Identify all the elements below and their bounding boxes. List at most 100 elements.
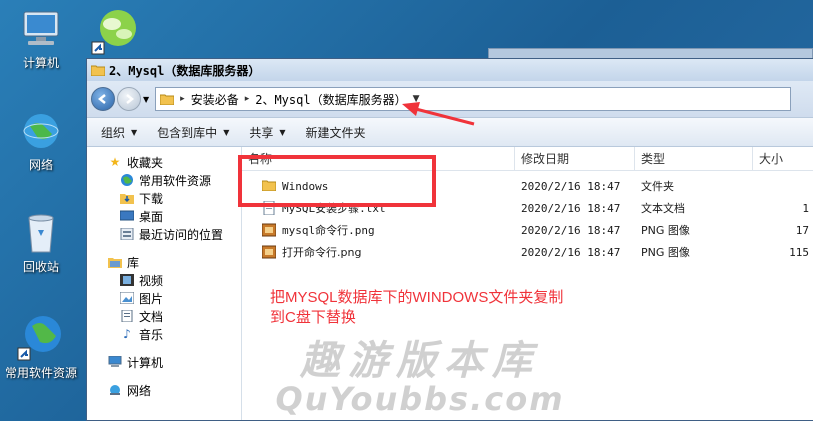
network-icon: [23, 114, 59, 148]
annotation-text: 把MYSQL数据库下的WINDOWS文件夹复制 到C盘下替换: [270, 288, 600, 328]
nav-item-documents[interactable]: 文档: [87, 307, 241, 325]
globe-icon: [119, 173, 135, 187]
column-size[interactable]: 大小: [753, 147, 813, 170]
desktop-icon-network[interactable]: 网络: [1, 108, 81, 173]
arrow-right-icon: [126, 94, 135, 104]
file-date: 2020/2/16 18:47: [521, 201, 621, 215]
file-type: 文件夹: [641, 180, 674, 193]
nav-label: 下载: [139, 191, 164, 206]
nav-favorites[interactable]: ★ 收藏夹: [87, 153, 241, 171]
file-type: 文本文档: [641, 202, 685, 215]
desktop-icon-label: 计算机: [22, 56, 59, 70]
chevron-right-icon[interactable]: ▸: [180, 94, 185, 104]
nav-item-desktop[interactable]: 桌面: [87, 207, 241, 225]
globe-shortcut-icon: [17, 316, 61, 361]
include-library-label: 包含到库中: [157, 125, 218, 140]
annotation-line: 到C盘下替换: [270, 309, 356, 326]
nav-item-pictures[interactable]: 图片: [87, 289, 241, 307]
share-button[interactable]: 共享 ▼: [249, 124, 285, 141]
caret-down-icon: ▼: [131, 127, 138, 137]
nav-computer[interactable]: 计算机: [87, 353, 241, 371]
file-name: mysql命令行.png: [282, 224, 375, 237]
file-type: PNG 图像: [641, 224, 690, 237]
nav-label: 文档: [139, 309, 164, 324]
desktop-icon: [119, 209, 135, 223]
new-folder-button[interactable]: 新建文件夹: [306, 124, 366, 141]
file-type: PNG 图像: [641, 246, 690, 259]
column-type[interactable]: 类型: [635, 147, 753, 170]
body-area: ★ 收藏夹 常用软件资源 下载 桌面 最近访问的位置 库 视频 图片 文档 ♪ …: [87, 147, 813, 420]
organize-button[interactable]: 组织 ▼: [101, 124, 137, 141]
annotation-highlight-box: [238, 155, 436, 207]
nav-item-videos[interactable]: 视频: [87, 271, 241, 289]
annotation-arrow: [402, 102, 475, 126]
recycle-bin-icon: [28, 214, 54, 253]
png-image-icon: [262, 245, 278, 259]
nav-item-software-resources[interactable]: 常用软件资源: [87, 171, 241, 189]
desktop-icon-app-shortcut[interactable]: [80, 6, 150, 56]
document-icon: [119, 309, 135, 323]
desktop-icon-computer[interactable]: 计算机: [1, 6, 81, 71]
nav-item-music[interactable]: ♪ 音乐: [87, 325, 241, 343]
file-row[interactable]: mysql命令行.png 2020/2/16 18:47 PNG 图像 17: [242, 219, 813, 241]
forward-button[interactable]: [117, 87, 141, 111]
annotation-line: 把MYSQL数据库下的WINDOWS文件夹复制: [270, 289, 564, 306]
share-label: 共享: [249, 125, 274, 140]
desktop-icon-recycle-bin[interactable]: 回收站: [1, 210, 81, 275]
nav-label: 收藏夹: [127, 155, 164, 170]
file-name: 打开命令行.png: [282, 246, 362, 259]
nav-label: 常用软件资源: [139, 173, 212, 188]
file-row[interactable]: 打开命令行.png 2020/2/16 18:47 PNG 图像 115: [242, 241, 813, 263]
caret-down-icon: ▼: [279, 127, 286, 137]
music-icon: ♪: [123, 327, 131, 341]
app-logo-icon: [91, 10, 136, 55]
file-size: 115: [789, 245, 809, 259]
library-icon: [107, 255, 123, 269]
star-icon: ★: [109, 155, 121, 169]
window-title: 2、Mysql（数据库服务器）: [109, 63, 261, 78]
title-bar[interactable]: 2、Mysql（数据库服务器）: [87, 59, 813, 81]
nav-label: 库: [127, 255, 140, 270]
nav-label: 图片: [139, 291, 164, 306]
nav-network[interactable]: 网络: [87, 381, 241, 399]
recent-places-icon: [119, 227, 135, 241]
desktop-icon-label: 回收站: [22, 260, 59, 274]
desktop-icon-software-resources[interactable]: 常用软件资源: [1, 312, 81, 381]
folder-icon: [91, 65, 105, 76]
folder-icon: [160, 94, 175, 105]
nav-libraries[interactable]: 库: [87, 253, 241, 271]
navigation-pane: ★ 收藏夹 常用软件资源 下载 桌面 最近访问的位置 库 视频 图片 文档 ♪ …: [87, 147, 242, 420]
download-folder-icon: [119, 191, 135, 205]
nav-label: 计算机: [127, 355, 164, 370]
file-date: 2020/2/16 18:47: [521, 223, 621, 237]
caret-down-icon: ▼: [223, 127, 230, 137]
network-icon: [107, 383, 123, 397]
arrow-left-icon: [97, 94, 106, 104]
nav-label: 桌面: [139, 209, 164, 224]
chevron-right-icon[interactable]: ▸: [245, 94, 250, 104]
png-image-icon: [262, 223, 278, 237]
nav-label: 最近访问的位置: [139, 227, 224, 242]
desktop-icon-label: 常用软件资源: [4, 366, 77, 380]
breadcrumb-item[interactable]: 安装必备: [191, 91, 239, 108]
video-icon: [119, 273, 135, 287]
computer-icon: [107, 355, 123, 369]
nav-item-downloads[interactable]: 下载: [87, 189, 241, 207]
breadcrumb-item[interactable]: 2、Mysql（数据库服务器）: [255, 91, 406, 108]
history-dropdown-icon[interactable]: ▼: [143, 95, 149, 104]
column-date-modified[interactable]: 修改日期: [515, 147, 635, 170]
file-size: 17: [795, 223, 809, 237]
file-name-cell: 打开命令行.png: [242, 244, 515, 260]
include-library-button[interactable]: 包含到库中 ▼: [157, 124, 229, 141]
picture-icon: [119, 291, 135, 305]
file-date: 2020/2/16 18:47: [521, 179, 621, 193]
back-button[interactable]: [91, 87, 115, 111]
file-size: 1: [802, 201, 809, 215]
organize-label: 组织: [101, 125, 126, 140]
desktop-icon-label: 网络: [28, 158, 53, 172]
file-date: 2020/2/16 18:47: [521, 245, 621, 259]
nav-label: 网络: [127, 383, 152, 398]
nav-label: 视频: [139, 273, 164, 288]
nav-item-recent-places[interactable]: 最近访问的位置: [87, 225, 241, 243]
nav-label: 音乐: [139, 327, 164, 342]
